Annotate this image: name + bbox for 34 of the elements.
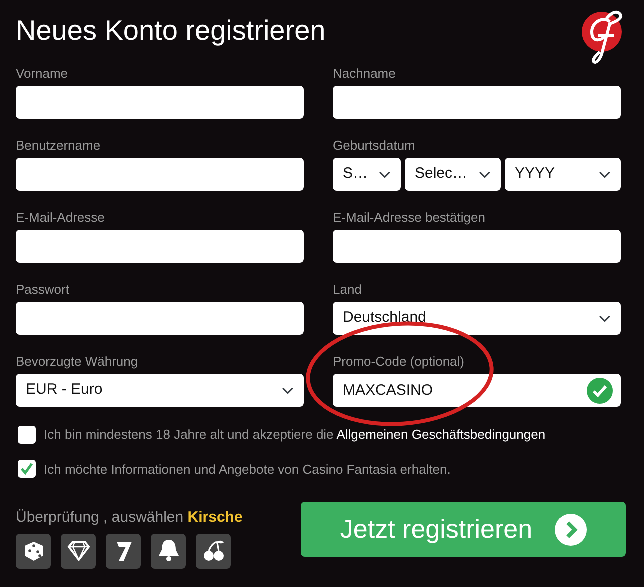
captcha-prompt: Überprüfung , auswählen Kirsche <box>16 508 243 528</box>
field-label: E-Mail-Adresse <box>16 210 105 226</box>
arrow-circle-icon <box>554 514 587 546</box>
date-select[interactable]: YYYY <box>505 158 621 191</box>
field-label: Vorname <box>16 66 68 82</box>
field-label: Geburtsdatum <box>333 138 416 154</box>
date-select[interactable]: Selec… <box>405 158 501 191</box>
terms-link[interactable]: Allgemeinen Geschäftsbedingungen <box>336 427 546 442</box>
dice-icon[interactable] <box>16 534 51 568</box>
field-label: Passwort <box>16 282 70 298</box>
page-title: Neues Konto registrieren <box>16 14 326 48</box>
input-field[interactable] <box>16 158 304 191</box>
field-label: E-Mail-Adresse bestätigen <box>333 210 486 226</box>
field-label: Bevorzugte Währung <box>16 354 138 370</box>
field-label: Land <box>333 282 362 298</box>
input-field[interactable] <box>16 302 304 335</box>
field-label: Nachname <box>333 66 396 82</box>
checkbox-label: Ich bin mindestens 18 Jahre alt und akzeptiere die Allgemeinen Geschäftsbedingungen <box>44 426 546 444</box>
bell-icon[interactable] <box>151 534 186 568</box>
checkbox[interactable] <box>18 426 36 444</box>
field-label: Benutzername <box>16 138 101 154</box>
input-field[interactable] <box>333 86 621 119</box>
input-field[interactable] <box>333 230 621 263</box>
checkbox-label: Ich möchte Informationen und Angebote von Casino Fantasia erhalten. <box>44 460 451 479</box>
field-label: Promo-Code (optional) <box>333 354 465 370</box>
select-field[interactable]: EUR - Euro <box>16 374 304 407</box>
select-field[interactable]: Deutschland <box>333 302 621 335</box>
cherries-icon[interactable] <box>196 534 231 568</box>
input-field[interactable]: MAXCASINO <box>333 374 621 407</box>
checkbox[interactable] <box>18 460 36 478</box>
input-field[interactable] <box>16 86 304 119</box>
date-select[interactable]: S… <box>333 158 401 191</box>
input-field[interactable] <box>16 230 304 263</box>
seven-icon[interactable] <box>106 534 141 568</box>
